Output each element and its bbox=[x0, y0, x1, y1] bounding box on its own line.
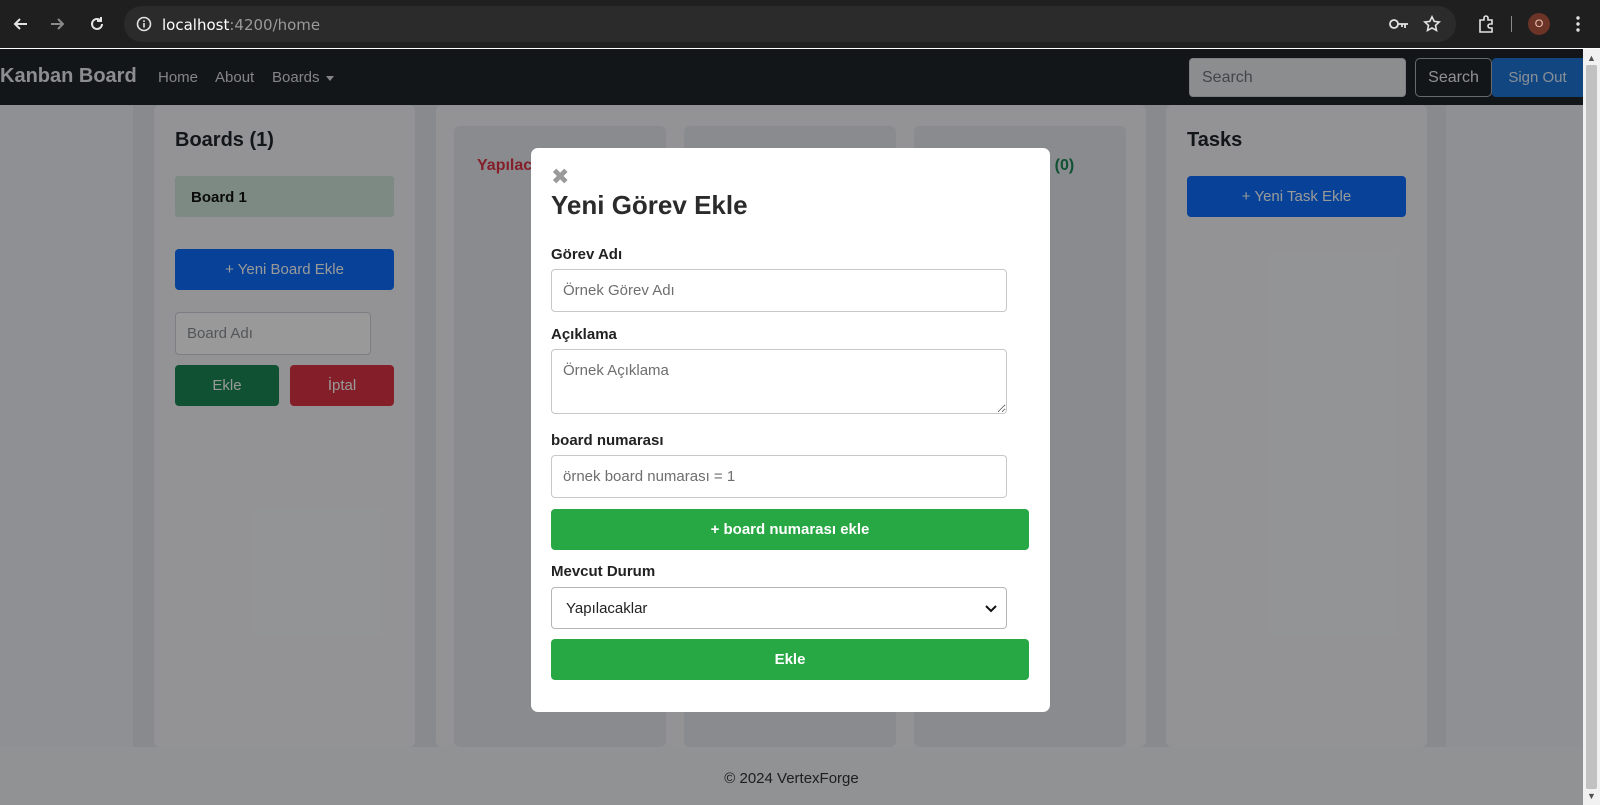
description-label: Açıklama bbox=[551, 326, 617, 343]
toolbar-separator bbox=[1511, 16, 1512, 32]
url-text[interactable]: localhost:4200/home bbox=[162, 16, 320, 34]
back-arrow-icon[interactable] bbox=[7, 10, 35, 38]
description-textarea[interactable] bbox=[551, 349, 1007, 414]
url-host: localhost bbox=[162, 16, 230, 34]
chevron-down-icon bbox=[985, 605, 997, 613]
address-bar[interactable]: localhost:4200/home bbox=[124, 6, 1456, 42]
add-board-number-button[interactable]: + board numarası ekle bbox=[551, 509, 1029, 550]
scroll-down-arrow-icon[interactable]: ▼ bbox=[1583, 789, 1600, 803]
submit-task-button[interactable]: Ekle bbox=[551, 639, 1029, 680]
forward-arrow-icon[interactable] bbox=[43, 10, 71, 38]
status-select[interactable]: Yapılacaklar bbox=[551, 587, 1007, 629]
board-number-input[interactable] bbox=[551, 455, 1007, 498]
password-key-icon[interactable] bbox=[1389, 14, 1409, 34]
browser-toolbar: localhost:4200/home O bbox=[0, 0, 1600, 48]
add-task-modal: ✖ Yeni Görev Ekle Görev Adı Açıklama boa… bbox=[531, 148, 1050, 712]
modal-title: Yeni Görev Ekle bbox=[551, 190, 748, 220]
reload-icon[interactable] bbox=[83, 10, 111, 38]
page-scrollbar[interactable]: ▲ ▼ bbox=[1583, 49, 1600, 805]
profile-avatar[interactable]: O bbox=[1528, 13, 1550, 35]
status-label: Mevcut Durum bbox=[551, 563, 656, 580]
close-icon[interactable]: ✖ bbox=[551, 166, 569, 188]
scrollbar-thumb[interactable] bbox=[1586, 65, 1597, 789]
url-path: :4200/home bbox=[229, 16, 321, 34]
task-name-input[interactable] bbox=[551, 269, 1007, 312]
status-selected-value: Yapılacaklar bbox=[566, 599, 648, 617]
board-number-label: board numarası bbox=[551, 432, 664, 449]
scroll-up-arrow-icon[interactable]: ▲ bbox=[1583, 51, 1600, 65]
bookmark-star-icon[interactable] bbox=[1422, 14, 1442, 34]
task-name-label: Görev Adı bbox=[551, 246, 623, 263]
extensions-puzzle-icon[interactable] bbox=[1474, 12, 1498, 36]
browser-menu-icon[interactable] bbox=[1568, 12, 1588, 36]
site-info-icon[interactable] bbox=[132, 12, 156, 36]
